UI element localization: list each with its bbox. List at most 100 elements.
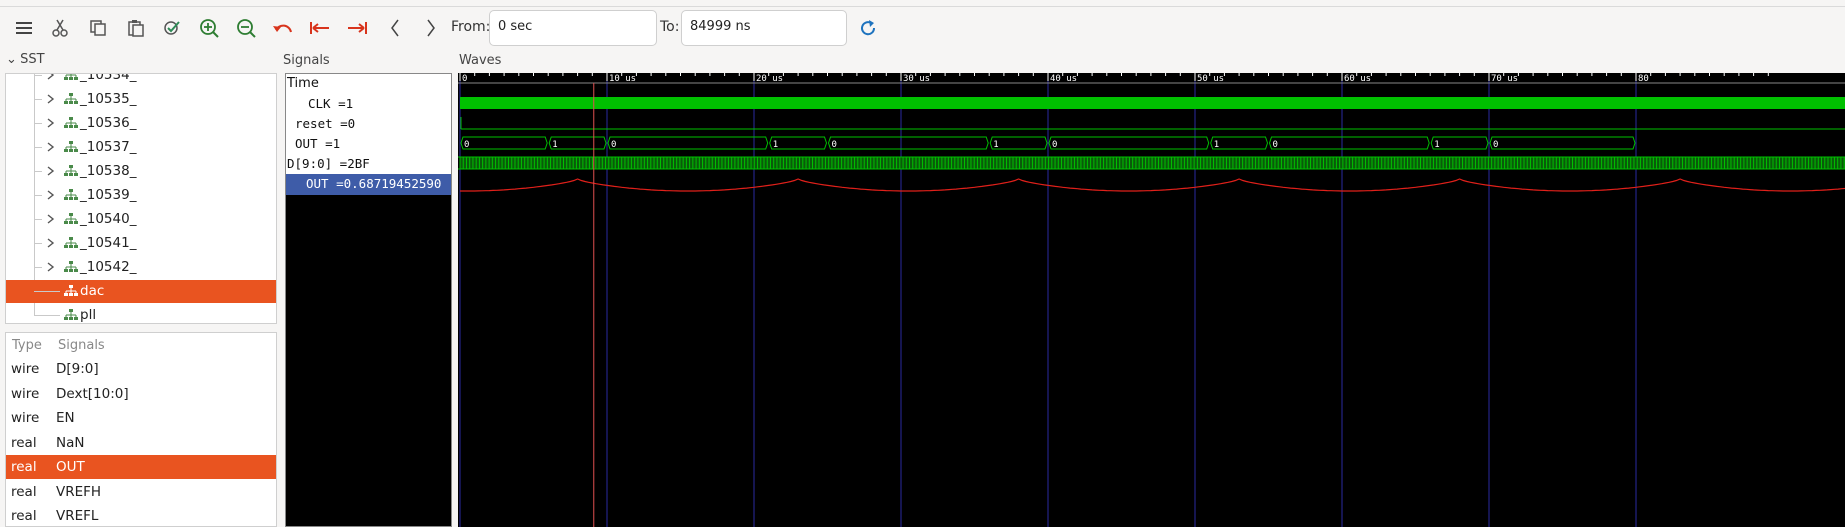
tree-branch-line <box>34 315 60 316</box>
tree-item-10535[interactable]: _10535_ <box>6 88 276 111</box>
copy-icon[interactable] <box>84 14 112 42</box>
signal-type: wire <box>11 361 40 377</box>
signal-row-out[interactable]: real OUT <box>6 455 276 479</box>
chevron-right-icon[interactable] <box>44 116 56 130</box>
to-time-input[interactable]: 84999 ns <box>681 10 847 46</box>
tree-item-10538[interactable]: _10538_ <box>6 160 276 183</box>
chevron-right-icon[interactable] <box>44 164 56 178</box>
tree-item-dac[interactable]: dac <box>6 280 276 303</box>
module-icon <box>64 237 78 249</box>
chevron-down-icon[interactable]: ⌄ <box>6 52 17 67</box>
module-icon <box>64 285 78 297</box>
zoom-to-end-icon[interactable] <box>343 14 371 42</box>
out-bit-value: 1 <box>993 140 998 150</box>
waveform-signal-row[interactable]: OUT =0.68719452590 <box>286 174 451 195</box>
waveform-signal-row[interactable]: OUT =1 <box>286 134 451 155</box>
waveform-signal-row[interactable]: CLK =1 <box>286 94 451 115</box>
tree-item-10534[interactable]: _10534_ <box>6 74 276 87</box>
chevron-right-icon[interactable] <box>44 260 56 274</box>
from-time-input[interactable]: 0 sec <box>489 10 657 46</box>
undo-zoom-icon[interactable] <box>269 14 297 42</box>
zoom-to-start-icon[interactable] <box>306 14 334 42</box>
module-icon <box>64 165 78 177</box>
signals-pane: Time CLK =1 reset =0 OUT =1 D[9:0] =2BF OUT =… <box>285 73 452 527</box>
paste-icon[interactable] <box>122 14 150 42</box>
tree-item-label: _10539_ <box>80 187 137 203</box>
tree-item-10540[interactable]: _10540_ <box>6 208 276 231</box>
signal-row-en[interactable]: wire EN <box>6 406 276 430</box>
chevron-right-icon[interactable] <box>44 74 56 82</box>
out-bit-segment <box>1048 136 1210 150</box>
type-column-header[interactable]: Type <box>12 338 42 353</box>
prev-edge-icon[interactable] <box>381 14 409 42</box>
zoom-out-icon[interactable] <box>232 14 260 42</box>
tree-item-label: _10535_ <box>80 91 137 107</box>
signal-type: real <box>11 483 37 500</box>
menu-icon[interactable] <box>10 14 38 42</box>
signal-name: EN <box>56 410 75 426</box>
signal-row-dext100[interactable]: wire Dext[10:0] <box>6 382 276 406</box>
waveform-canvas[interactable]: 0 10 us 20 us 30 us 40 us 50 us 60 us 70 us 800 1… <box>458 73 1845 527</box>
out-bit-value: 0 <box>1493 140 1498 150</box>
from-label: From: <box>451 19 491 35</box>
sst-title: SST <box>20 52 45 67</box>
next-edge-icon[interactable] <box>417 14 445 42</box>
signal-type: real <box>11 459 37 475</box>
out-bit-value: 1 <box>1214 140 1219 150</box>
out-bit-value: 0 <box>1052 140 1057 150</box>
out-bit-segment <box>989 136 1048 150</box>
tree-branch-line <box>34 195 42 196</box>
tree-branch-line <box>34 123 42 124</box>
signal-type: wire <box>11 410 40 426</box>
toolbar: From: 0 sec To: 84999 ns <box>0 0 1845 56</box>
module-icon <box>64 309 78 321</box>
select-all-icon[interactable] <box>158 14 186 42</box>
sst-tree: _10534_ _10535_ _10536_ _10537_ _10538_ _1053… <box>5 73 277 324</box>
tree-item-10542[interactable]: _10542_ <box>6 256 276 279</box>
waveform-signal-row[interactable]: D[9:0] =2BF <box>286 154 451 175</box>
signal-row-vrefl[interactable]: real VREFL <box>6 504 276 526</box>
chevron-right-icon[interactable] <box>44 140 56 154</box>
cut-icon[interactable] <box>46 14 74 42</box>
to-label: To: <box>660 19 680 35</box>
out-bit-value: 0 <box>1273 140 1278 150</box>
signal-row-nan[interactable]: real NaN <box>6 431 276 455</box>
out-bit-segment <box>548 136 607 150</box>
module-icon <box>64 74 78 81</box>
chevron-right-icon[interactable] <box>44 188 56 202</box>
tree-item-pll[interactable]: pll <box>6 304 276 323</box>
out-bit-value: 1 <box>773 140 778 150</box>
waves-pane[interactable]: 0 10 us 20 us 30 us 40 us 50 us 60 us 70 us 80 0 1… <box>458 73 1845 527</box>
signal-name: VREFH <box>56 483 102 500</box>
tree-branch-line <box>34 219 42 220</box>
out-bit-segment <box>1430 136 1489 150</box>
module-icon <box>64 261 78 273</box>
signal-row-d90[interactable]: wire D[9:0] <box>6 357 276 381</box>
out-bit-value: 1 <box>552 140 557 150</box>
analog-out-waveform <box>460 178 1845 192</box>
tree-branch-line <box>34 291 60 292</box>
module-icon <box>64 117 78 129</box>
tree-item-10536[interactable]: _10536_ <box>6 112 276 135</box>
reload-icon[interactable] <box>854 14 882 42</box>
waveform-signal-row[interactable]: reset =0 <box>286 114 451 135</box>
signal-list-header: Type Signals <box>6 333 276 357</box>
module-icon <box>64 93 78 105</box>
tree-branch-line <box>34 99 42 100</box>
chevron-right-icon[interactable] <box>44 236 56 250</box>
chevron-right-icon[interactable] <box>44 92 56 106</box>
signal-type-list: Type Signals wire D[9:0] wire Dext[10:0] wir… <box>5 332 277 527</box>
out-bit-segment <box>769 136 828 150</box>
tree-item-10541[interactable]: _10541_ <box>6 232 276 255</box>
chevron-right-icon[interactable] <box>44 212 56 226</box>
tree-branch-line <box>34 267 42 268</box>
out-bit-value: 0 <box>832 140 837 150</box>
tree-item-label: _10542_ <box>80 259 137 275</box>
signal-row-vrefh[interactable]: real VREFH <box>6 480 276 504</box>
tree-item-10539[interactable]: _10539_ <box>6 184 276 207</box>
tree-item-10537[interactable]: _10537_ <box>6 136 276 159</box>
signals-column-header[interactable]: Signals <box>58 338 105 353</box>
tree-branch-line <box>34 243 42 244</box>
zoom-in-icon[interactable] <box>195 14 223 42</box>
tree-item-label: _10538_ <box>80 163 137 179</box>
